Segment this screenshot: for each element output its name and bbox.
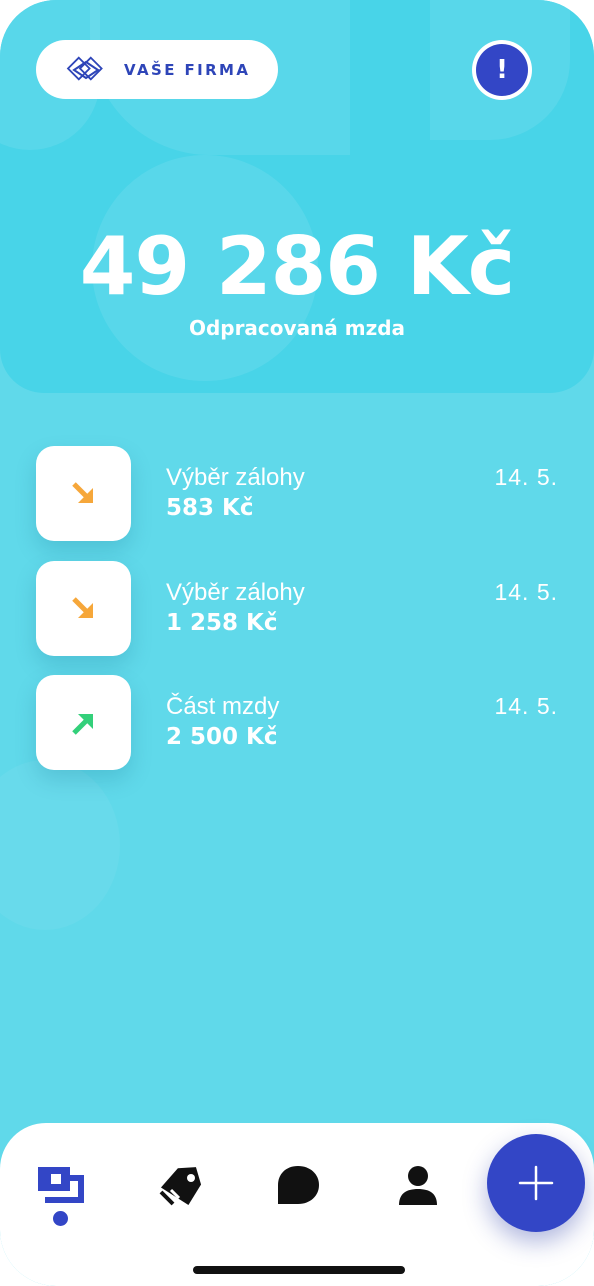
chat-bubble-icon bbox=[278, 1166, 319, 1204]
diamond-logo-icon bbox=[66, 55, 103, 81]
add-button[interactable] bbox=[487, 1134, 585, 1232]
tag-icon bbox=[159, 1167, 202, 1206]
active-tab-indicator bbox=[53, 1211, 68, 1226]
alert-button[interactable]: ! bbox=[472, 40, 532, 100]
home-indicator bbox=[193, 1266, 405, 1274]
wallet-stack-icon bbox=[38, 1167, 84, 1203]
arrow-down-right-icon bbox=[71, 481, 93, 503]
company-logo-badge[interactable]: VAŠE FIRMA bbox=[36, 40, 278, 99]
nav-messages[interactable] bbox=[273, 1161, 323, 1211]
background-decoration bbox=[0, 760, 120, 930]
plus-icon bbox=[518, 1165, 554, 1201]
transaction-row[interactable]: Výběr zálohy 583 Kč 14. 5. bbox=[0, 446, 594, 542]
transaction-icon-tile bbox=[36, 446, 131, 541]
balance-header: VAŠE FIRMA ! 49 286 Kč Odpracovaná mzda bbox=[0, 0, 594, 393]
transaction-title: Výběr zálohy bbox=[166, 579, 305, 606]
transaction-icon-tile bbox=[36, 675, 131, 770]
transaction-row[interactable]: Část mzdy 2 500 Kč 14. 5. bbox=[0, 675, 594, 771]
transaction-date: 14. 5. bbox=[494, 693, 558, 719]
transaction-date: 14. 5. bbox=[494, 464, 558, 490]
transaction-amount: 583 Kč bbox=[166, 495, 254, 521]
company-name: VAŠE FIRMA bbox=[124, 60, 251, 79]
transaction-icon-tile bbox=[36, 561, 131, 656]
arrow-up-right-icon bbox=[71, 713, 93, 735]
transaction-amount: 1 258 Kč bbox=[166, 610, 278, 636]
balance-amount: 49 286 Kč bbox=[79, 220, 515, 313]
nav-offers[interactable] bbox=[156, 1161, 206, 1211]
transaction-row[interactable]: Výběr zálohy 1 258 Kč 14. 5. bbox=[0, 561, 594, 657]
alert-icon: ! bbox=[476, 44, 528, 96]
nav-overview[interactable] bbox=[36, 1161, 86, 1211]
transaction-date: 14. 5. bbox=[494, 579, 558, 605]
app-screen: VAŠE FIRMA ! 49 286 Kč Odpracovaná mzda … bbox=[0, 0, 594, 1286]
arrow-down-right-icon bbox=[71, 596, 93, 618]
transaction-amount: 2 500 Kč bbox=[166, 724, 278, 750]
user-icon bbox=[399, 1166, 437, 1205]
transaction-title: Část mzdy bbox=[166, 693, 280, 720]
nav-profile[interactable] bbox=[393, 1161, 443, 1211]
transaction-title: Výběr zálohy bbox=[166, 464, 305, 491]
balance-label: Odpracovaná mzda bbox=[188, 316, 406, 340]
